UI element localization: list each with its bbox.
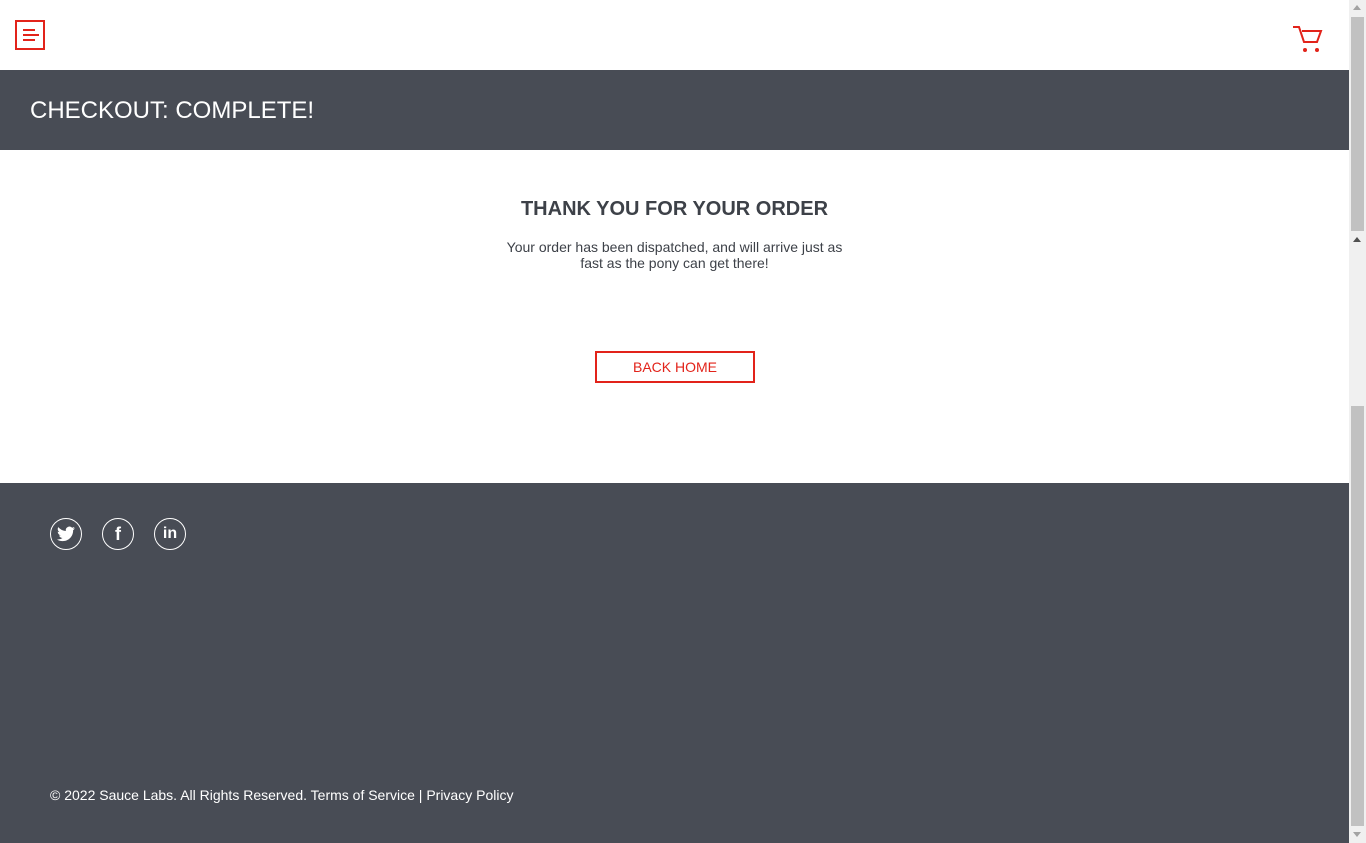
- header: [0, 0, 1349, 70]
- twitter-icon[interactable]: [50, 518, 82, 550]
- complete-text: Your order has been dispatched, and will…: [506, 239, 843, 271]
- hamburger-menu-icon[interactable]: [15, 20, 45, 50]
- scrollbar-thumb[interactable]: [1351, 406, 1364, 826]
- scrollbar-thumb[interactable]: [1351, 17, 1364, 231]
- scrollbar[interactable]: [1349, 0, 1366, 843]
- facebook-icon[interactable]: f: [102, 518, 134, 550]
- scroll-down-icon[interactable]: [1353, 832, 1361, 837]
- footer: f in © 2022 Sauce Labs. All Rights Reser…: [0, 483, 1349, 843]
- secondary-header: CHECKOUT: COMPLETE!: [0, 70, 1349, 150]
- shopping-cart-icon[interactable]: [1290, 24, 1326, 56]
- back-home-button[interactable]: BACK HOME: [595, 351, 755, 383]
- checkout-complete-container: THANK YOU FOR YOUR ORDER Your order has …: [0, 150, 1349, 483]
- complete-header: THANK YOU FOR YOUR ORDER: [520, 198, 829, 220]
- linkedin-icon[interactable]: in: [154, 518, 186, 550]
- scroll-up-icon[interactable]: [1353, 237, 1361, 242]
- footer-copyright: © 2022 Sauce Labs. All Rights Reserved. …: [50, 787, 514, 803]
- page-title: CHECKOUT: COMPLETE!: [30, 97, 315, 124]
- scroll-up-icon[interactable]: [1353, 5, 1361, 10]
